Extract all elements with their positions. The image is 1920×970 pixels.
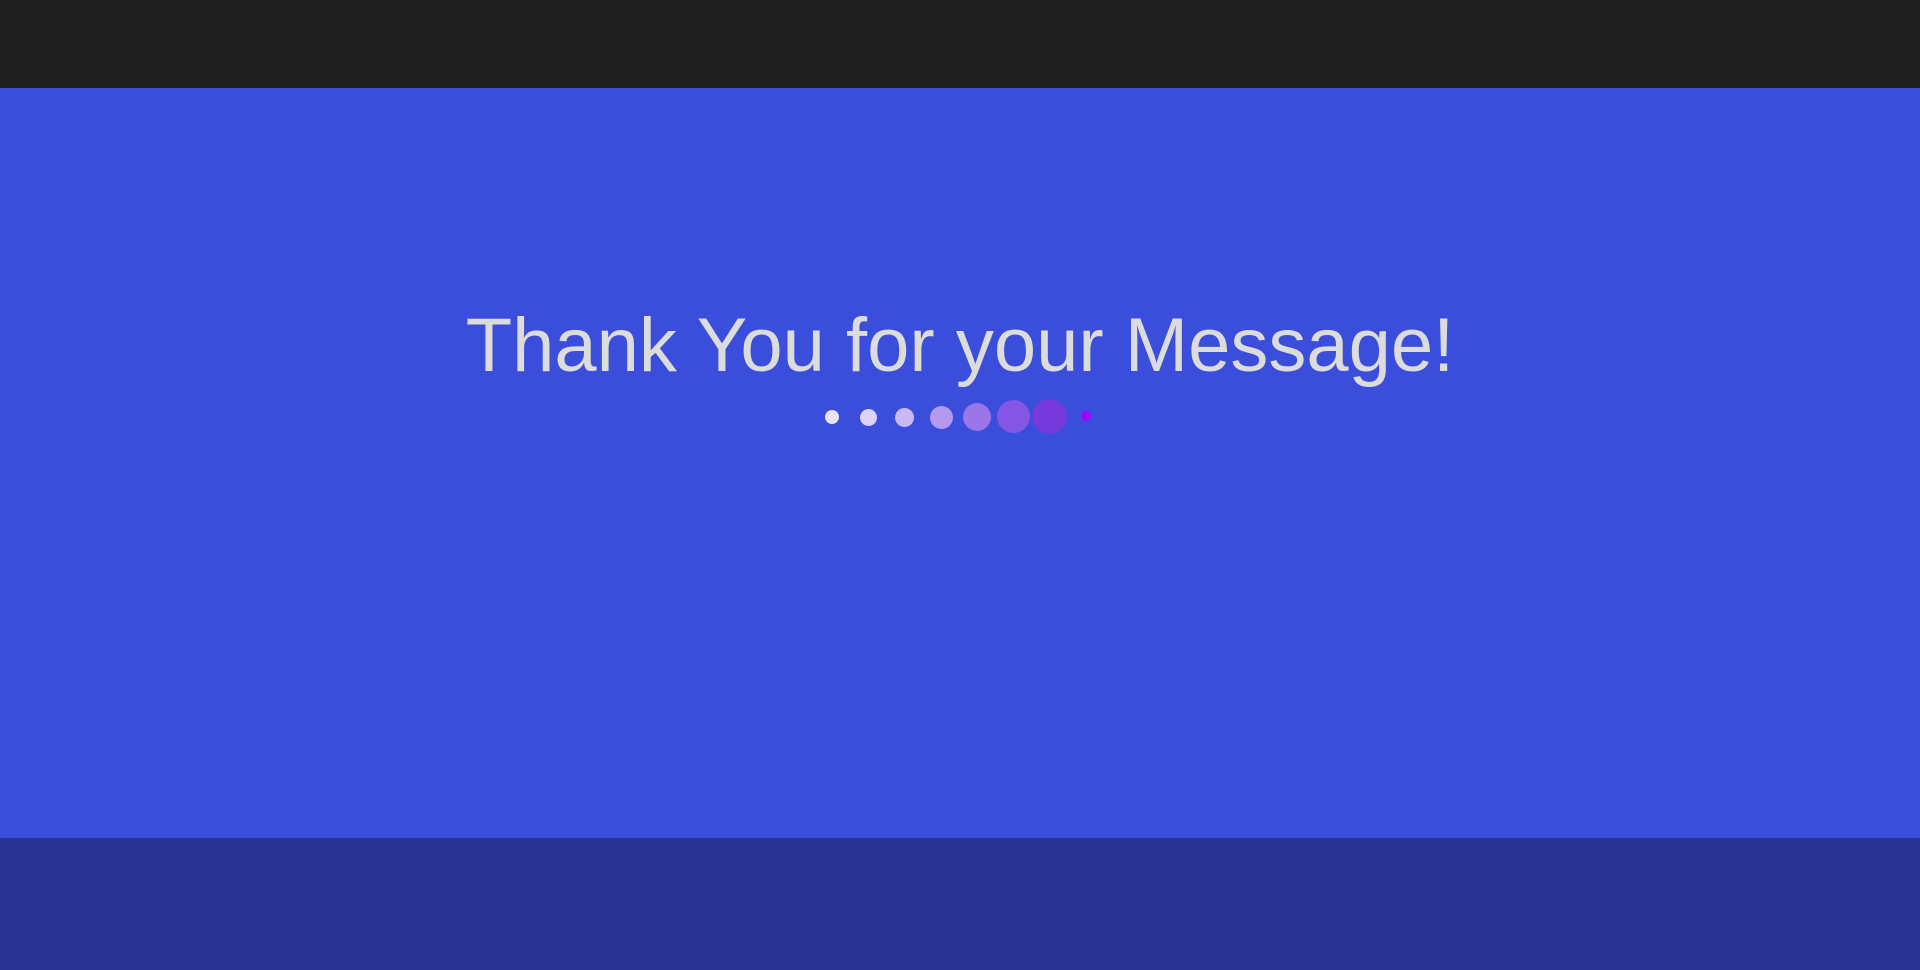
loader-dot <box>997 400 1030 433</box>
main-area <box>0 88 1920 838</box>
loader-dot <box>895 408 914 427</box>
loader-dot <box>860 409 877 426</box>
loader-dot <box>930 406 953 429</box>
loader-dot <box>963 403 991 431</box>
loader-dot <box>1032 399 1067 434</box>
page-title: Thank You for your Message! <box>465 303 1455 388</box>
loader-dot <box>825 410 839 424</box>
loader-dot <box>1081 411 1091 421</box>
top-bar <box>0 0 1920 88</box>
footer-area <box>0 838 1920 970</box>
